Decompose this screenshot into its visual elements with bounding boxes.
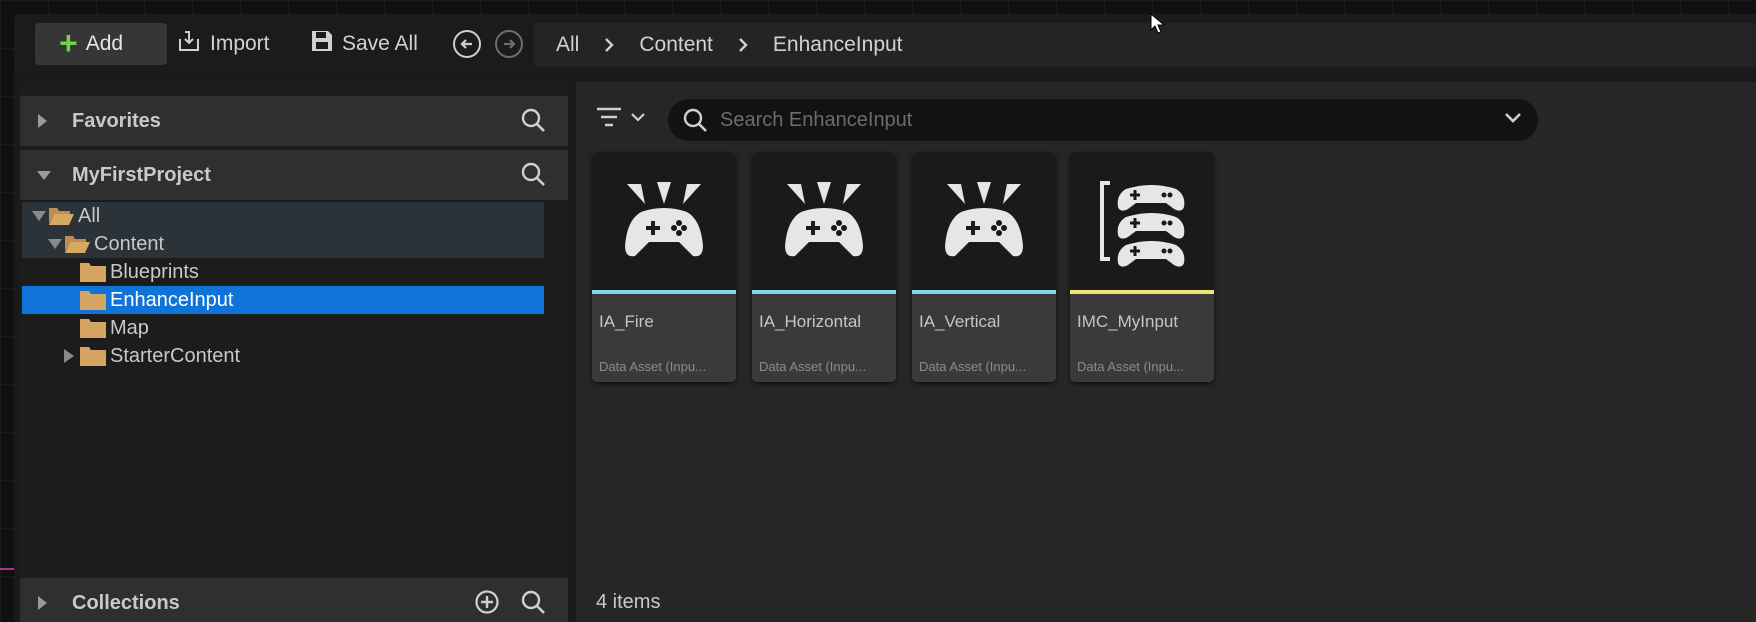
collections-header[interactable]: Collections — [20, 578, 568, 622]
plus-icon: + — [59, 24, 78, 61]
caret-down-icon[interactable] — [48, 237, 62, 251]
favorites-label: Favorites — [72, 109, 161, 132]
chevron-right-icon[interactable] — [737, 37, 749, 53]
asset-type: Data Asset (Inpu... — [1077, 359, 1184, 374]
import-icon — [176, 29, 202, 59]
caret-right-icon[interactable] — [36, 595, 54, 611]
filter-icon — [597, 107, 621, 127]
chevron-right-icon[interactable] — [603, 37, 615, 53]
search-icon[interactable] — [520, 107, 546, 139]
asset-tile-ia-horizontal[interactable]: IA_Horizontal Data Asset (Inpu... — [752, 152, 896, 382]
breadcrumb-item-enhanceinput[interactable]: EnhanceInput — [773, 33, 903, 57]
project-header[interactable]: MyFirstProject — [20, 150, 568, 200]
breadcrumb-item-content[interactable]: Content — [639, 33, 713, 57]
search-icon[interactable] — [520, 589, 546, 621]
asset-name: IA_Horizontal — [759, 312, 862, 331]
input-action-icon — [945, 182, 1023, 257]
search-icon — [683, 108, 707, 132]
asset-type: Data Asset (Inpu... — [759, 359, 866, 374]
input-action-icon — [625, 182, 703, 257]
folder-icon — [80, 262, 106, 288]
asset-thumbnail — [1070, 152, 1214, 290]
tree-item-map[interactable]: Map — [22, 314, 544, 342]
toolbar: + Add Import Save All All Content Enhanc… — [14, 14, 1756, 76]
caret-right-icon[interactable] — [36, 113, 54, 129]
asset-view: IA_Fire Data Asset (Inpu... IA_Horizonta… — [576, 82, 1756, 622]
asset-type: Data Asset (Inpu... — [599, 359, 706, 374]
tree-item-all[interactable]: All — [22, 202, 544, 230]
mouse-cursor-icon — [1149, 14, 1169, 39]
asset-tile-ia-fire[interactable]: IA_Fire Data Asset (Inpu... — [592, 152, 736, 382]
asset-tile-imc-myinput[interactable]: IMC_MyInput Data Asset (Inpu... — [1070, 152, 1214, 382]
history-back-button[interactable] — [453, 30, 481, 58]
asset-type-stripe — [752, 290, 896, 294]
add-collection-icon[interactable] — [474, 589, 500, 621]
tree-item-startercontent[interactable]: StarterContent — [22, 342, 544, 370]
caret-down-icon[interactable] — [36, 169, 54, 181]
project-label: MyFirstProject — [72, 163, 211, 186]
content-browser-window: + Add Import Save All All Content Enhanc… — [14, 14, 1756, 622]
folder-icon — [80, 318, 106, 344]
asset-name: IA_Vertical — [919, 312, 1001, 331]
asset-type: Data Asset (Inpu... — [919, 359, 1026, 374]
input-mapping-context-icon — [1100, 181, 1185, 267]
arrow-left-icon — [460, 39, 472, 49]
tree-item-label: StarterContent — [110, 344, 241, 367]
tree-item-content[interactable]: Content — [22, 230, 544, 258]
tree-item-label: Blueprints — [110, 260, 199, 283]
caret-down-icon[interactable] — [32, 209, 46, 223]
chevron-down-icon[interactable] — [1504, 111, 1522, 129]
breadcrumb-item-all[interactable]: All — [556, 33, 579, 57]
tree-item-label: EnhanceInput — [110, 288, 234, 311]
item-count: 4 items — [596, 591, 661, 613]
asset-type-stripe — [912, 290, 1056, 294]
folder-icon — [80, 346, 106, 372]
sources-panel: Favorites MyFirstProject All Content Blu… — [20, 82, 568, 622]
folder-open-icon — [64, 233, 90, 261]
favorites-header[interactable]: Favorites — [20, 96, 568, 146]
tree-item-label: All — [78, 204, 101, 227]
asset-thumbnail — [592, 152, 736, 290]
asset-thumbnail — [912, 152, 1056, 290]
save-all-button-label: Save All — [342, 32, 418, 55]
asset-search-box — [668, 99, 1538, 141]
folder-tree: All Content Blueprints EnhanceInput Map … — [22, 202, 544, 370]
save-icon — [310, 29, 334, 59]
tree-item-label: Map — [110, 316, 149, 339]
backdrop-accent-line — [0, 568, 14, 570]
chevron-down-icon — [631, 113, 645, 122]
asset-type-stripe — [1070, 290, 1214, 294]
asset-type-stripe — [592, 290, 736, 294]
tree-item-label: Content — [94, 232, 165, 255]
collections-label: Collections — [72, 591, 180, 614]
add-button[interactable]: + Add — [35, 23, 167, 65]
search-input[interactable] — [720, 108, 1538, 132]
breadcrumb: All Content EnhanceInput — [534, 23, 1756, 67]
tree-item-enhanceinput[interactable]: EnhanceInput — [22, 286, 544, 314]
caret-right-icon[interactable] — [62, 349, 76, 363]
folder-open-icon — [48, 205, 74, 233]
save-all-button[interactable]: Save All — [310, 28, 418, 60]
add-button-label: Add — [85, 32, 124, 55]
asset-name: IMC_MyInput — [1077, 312, 1179, 331]
import-button[interactable]: Import — [176, 28, 270, 60]
search-icon[interactable] — [520, 161, 546, 193]
asset-name: IA_Fire — [599, 312, 654, 331]
input-action-icon — [785, 182, 863, 257]
arrow-right-icon — [504, 39, 516, 49]
asset-thumbnail — [752, 152, 896, 290]
filter-button[interactable] — [596, 106, 646, 128]
asset-tile-ia-vertical[interactable]: IA_Vertical Data Asset (Inpu... — [912, 152, 1056, 382]
import-button-label: Import — [210, 32, 270, 55]
folder-icon — [80, 290, 106, 316]
tree-item-blueprints[interactable]: Blueprints — [22, 258, 544, 286]
history-forward-button[interactable] — [495, 30, 523, 58]
